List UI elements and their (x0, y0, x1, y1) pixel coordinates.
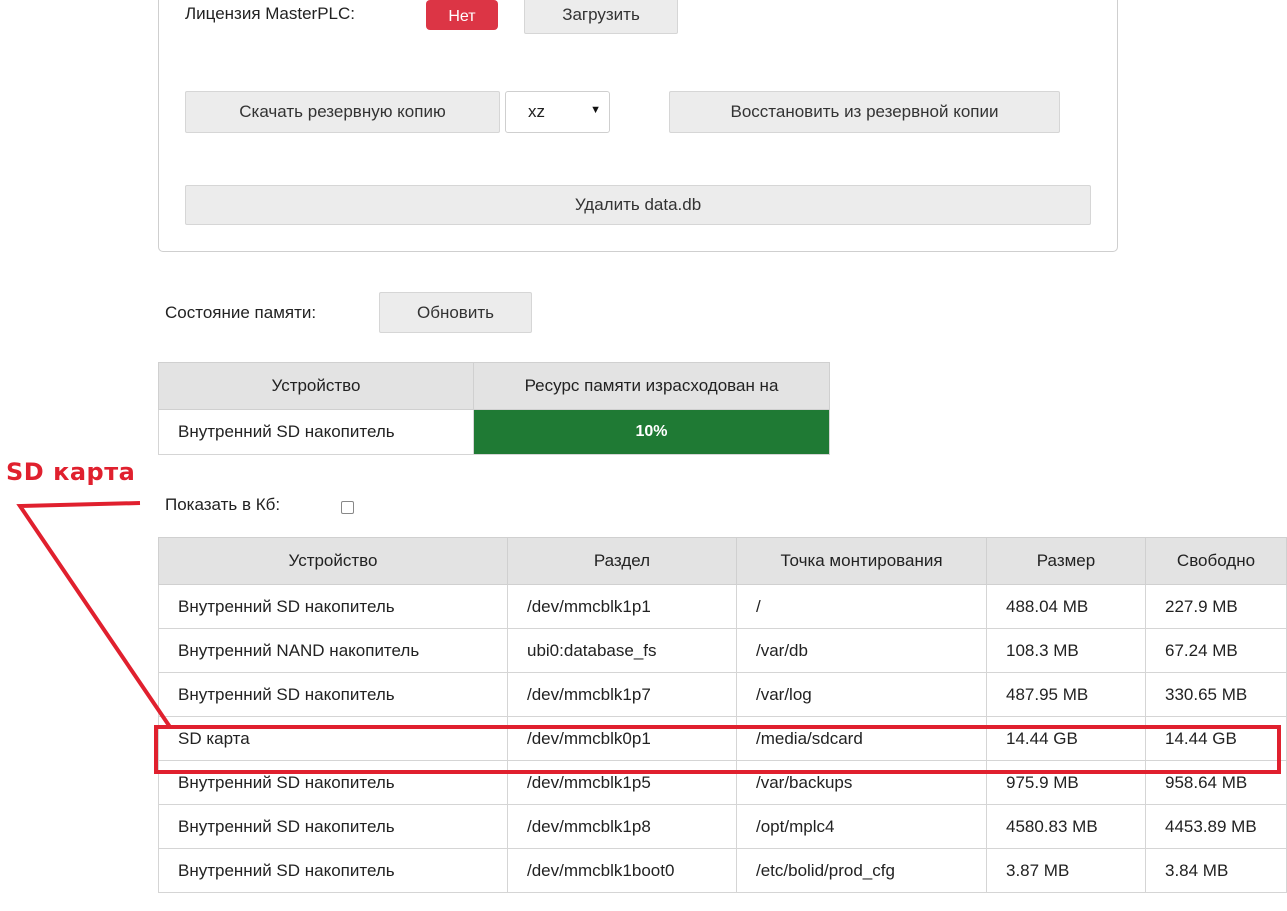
annotation-arrow-line (16, 501, 172, 729)
annotation-arrow (16, 501, 172, 729)
